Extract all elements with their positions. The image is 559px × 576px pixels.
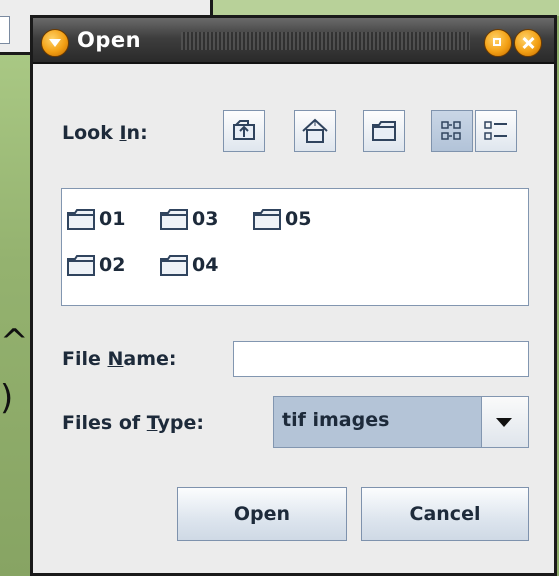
folder-icon bbox=[67, 209, 95, 230]
folder-icon bbox=[160, 255, 188, 276]
file-name-label: File Name: bbox=[62, 348, 177, 370]
folder-icon bbox=[253, 209, 281, 230]
background-text-field bbox=[0, 16, 10, 44]
files-of-type-label: Files of Type: bbox=[62, 412, 204, 434]
look-in-label: Look In: bbox=[62, 122, 148, 144]
folder-icon bbox=[160, 209, 188, 230]
list-item-folder-02[interactable]: 02 bbox=[66, 251, 125, 279]
list-item-folder-01[interactable]: 01 bbox=[66, 205, 125, 233]
new-folder-button[interactable] bbox=[363, 110, 405, 152]
home-button[interactable] bbox=[294, 110, 336, 152]
background-area-left bbox=[0, 55, 32, 576]
details-view-button[interactable] bbox=[475, 110, 517, 152]
close-icon[interactable] bbox=[514, 29, 542, 57]
chevron-down-icon[interactable] bbox=[481, 397, 528, 447]
folder-icon bbox=[67, 255, 95, 276]
list-view-icon bbox=[441, 121, 461, 140]
open-dialog: Open Look In: 01 03 05 02 04 File Name: … bbox=[30, 15, 557, 576]
up-one-level-icon bbox=[233, 120, 255, 140]
background-area-top bbox=[213, 0, 559, 16]
open-button[interactable]: Open bbox=[177, 487, 347, 541]
background-glyph-bottom: ) bbox=[0, 378, 14, 418]
dialog-title: Open bbox=[77, 28, 142, 52]
up-one-level-button[interactable] bbox=[223, 110, 265, 152]
list-item-folder-03[interactable]: 03 bbox=[159, 205, 218, 233]
new-folder-icon bbox=[372, 121, 396, 141]
maximize-icon[interactable] bbox=[484, 29, 512, 57]
cancel-button[interactable]: Cancel bbox=[361, 487, 529, 541]
file-list[interactable]: 01 03 05 02 04 bbox=[61, 188, 529, 306]
background-glyph-top: ^ bbox=[0, 322, 29, 362]
home-icon bbox=[302, 118, 328, 143]
file-type-selected-value: tif images bbox=[282, 409, 390, 431]
file-name-field[interactable] bbox=[233, 341, 529, 377]
list-item-folder-04[interactable]: 04 bbox=[159, 251, 218, 279]
window-menu-icon[interactable] bbox=[41, 29, 69, 57]
dialog-titlebar[interactable]: Open bbox=[33, 18, 554, 64]
details-view-icon bbox=[484, 121, 507, 140]
list-item-folder-05[interactable]: 05 bbox=[252, 205, 311, 233]
titlebar-grip bbox=[181, 32, 470, 50]
file-type-dropdown[interactable]: tif images bbox=[273, 396, 529, 448]
list-view-button[interactable] bbox=[431, 110, 473, 152]
